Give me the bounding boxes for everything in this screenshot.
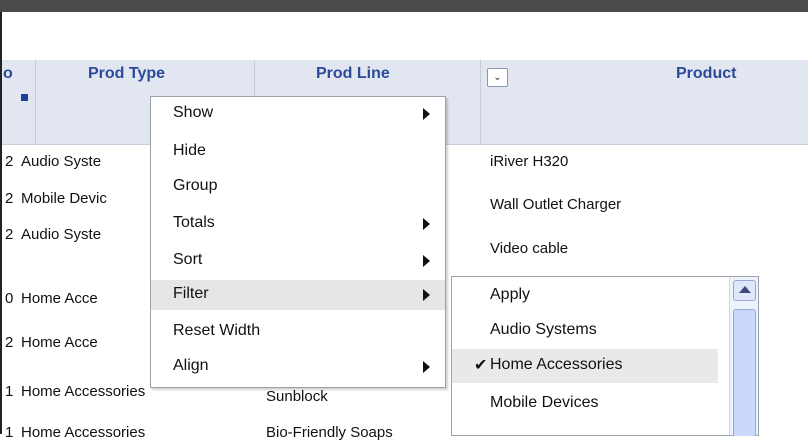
column-header-label: Prod Line [316,65,390,82]
chevron-down-icon: ⌄ [493,72,502,83]
submenu-arrow-icon [423,289,430,301]
sort-indicator-icon [21,94,28,101]
table-cell-prod-type: Home Accessories [21,424,146,441]
table-cell-number: 2 [5,334,14,351]
column-header-label: Product [676,65,737,82]
filter-option-label: Audio Systems [490,321,597,338]
submenu-arrow-icon [423,255,430,267]
filter-option-audio-systems[interactable]: Audio Systems [452,314,718,348]
table-cell-prod-type: Home Acce [21,290,98,307]
table-cell-prod-type: Home Accessories [21,383,146,400]
submenu-arrow-icon [423,361,430,373]
menu-item-group[interactable]: Group [151,172,445,202]
submenu-scrollbar[interactable] [729,277,758,436]
chevron-up-icon [739,286,751,293]
menu-item-totals[interactable]: Totals [151,209,445,239]
menu-item-reset-width[interactable]: Reset Width [151,317,445,347]
table-cell-number: 0 [5,290,14,307]
top-toolbar-bar [0,0,808,12]
table-cell-product: Wall Outlet Charger [490,196,622,213]
menu-item-label: Align [173,357,209,374]
filter-option-apply[interactable]: Apply [452,279,718,313]
checkmark-icon: ✔ [474,357,488,374]
table-cell-number: 1 [5,424,14,441]
column-header-label: o [3,65,13,82]
table-cell-product: Video cable [490,240,569,257]
submenu-arrow-icon [423,108,430,120]
table-cell-prod-line: Bio-Friendly Soaps [266,424,393,441]
menu-item-label: Filter [173,285,209,302]
submenu-arrow-icon [423,218,430,230]
filter-option-label: Home Accessories [490,356,623,373]
column-menu-dropdown-button[interactable]: ⌄ [487,68,508,87]
filter-option-label: Mobile Devices [490,394,599,411]
table-cell-number: 1 [5,383,14,400]
filter-submenu: Apply Audio Systems ✔ Home Accessories M… [451,276,759,436]
menu-item-align[interactable]: Align [151,352,445,382]
column-header-partial[interactable]: o [2,60,36,144]
menu-item-hide[interactable]: Hide [151,137,445,167]
menu-item-label: Hide [173,142,206,159]
table-cell-prod-line: Sunblock [266,388,328,405]
filter-option-home-accessories[interactable]: ✔ Home Accessories [452,349,718,383]
menu-item-label: Group [173,177,218,194]
table-cell-prod-type: Mobile Devic [21,190,107,207]
menu-item-label: Reset Width [173,322,261,339]
table-cell-prod-type: Audio Syste [21,153,102,170]
menu-item-filter[interactable]: Filter [151,280,445,310]
menu-item-label: Totals [173,214,215,231]
table-cell-prod-type: Home Acce [21,334,98,351]
table-cell-number: 2 [5,190,14,207]
menu-item-sort[interactable]: Sort [151,246,445,276]
filter-option-label: Apply [490,286,531,303]
scrollbar-thumb[interactable] [733,309,756,436]
table-cell-number: 2 [5,226,14,243]
menu-item-label: Sort [173,251,203,268]
table-cell-product: iRiver H320 [490,153,569,170]
table-cell-prod-type: Audio Syste [21,226,102,243]
menu-item-show[interactable]: Show [151,99,445,129]
scroll-up-button[interactable] [733,280,756,301]
menu-item-label: Show [173,104,214,121]
column-header-label: Prod Type [88,65,166,82]
table-cell-number: 2 [5,153,14,170]
filter-option-mobile-devices[interactable]: Mobile Devices [452,387,718,421]
column-header-product[interactable]: Product [480,60,808,144]
column-context-menu: Show Hide Group Totals Sort Filter Reset… [150,96,446,388]
